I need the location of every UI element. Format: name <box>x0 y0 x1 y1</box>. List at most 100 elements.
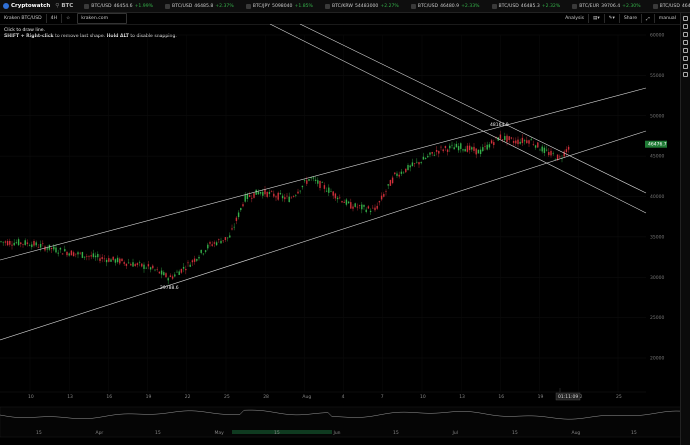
ticker-item[interactable]: BTC/USD 46480.9 +2.33% <box>405 3 486 9</box>
search-label[interactable]: BTC <box>61 3 73 9</box>
exchange-link[interactable]: kraken.com <box>77 13 128 24</box>
candle-body <box>92 253 95 258</box>
candle-body <box>127 262 130 264</box>
ticker-item[interactable]: BTC/USD 46485.8 +2.37% <box>159 3 240 9</box>
candle-body <box>383 194 385 197</box>
price-chart[interactable]: 60000 55000 50000 45000 40000 35000 30000 25000… <box>0 24 681 445</box>
share-button[interactable]: Share <box>620 14 643 23</box>
candle-body <box>158 271 161 274</box>
eye-icon[interactable] <box>683 72 688 77</box>
notes-icon[interactable] <box>683 24 688 29</box>
candle-body <box>330 191 332 192</box>
candle-body <box>424 158 427 159</box>
candle-body <box>435 150 438 152</box>
market-selector[interactable]: Kraken BTC/USD <box>0 14 47 23</box>
candle-body <box>180 268 183 273</box>
ticker-item[interactable]: BTC/KRW 54483000 +2.27% <box>319 3 405 9</box>
candle-body <box>53 246 55 250</box>
candle-body <box>457 146 460 151</box>
candle-body <box>196 259 198 261</box>
book-icon[interactable] <box>683 56 688 61</box>
candle-body <box>499 134 502 139</box>
candle-body <box>323 185 326 189</box>
candle-body <box>387 184 389 186</box>
candle-body <box>86 256 88 257</box>
candle-body <box>433 154 436 156</box>
ticker-item[interactable]: BTC/USD 46454.6 +1.99% <box>78 3 159 9</box>
candle-body <box>532 144 535 145</box>
favorite-star-icon[interactable]: ☆ <box>62 14 74 23</box>
overview-tick-label: Aug <box>572 430 581 436</box>
ticker-change: +2.27% <box>380 3 399 9</box>
candle-body <box>207 244 209 249</box>
fullscreen-icon[interactable]: ⤢ <box>642 14 655 23</box>
candle-body <box>2 241 4 243</box>
price-tick-label: 60000 <box>650 33 664 39</box>
candle-body <box>301 185 304 188</box>
search-icon[interactable]: ⚲ <box>55 3 59 9</box>
interval-selector[interactable]: 4H <box>47 14 63 23</box>
candle-body <box>273 193 275 197</box>
candle-body <box>504 136 506 140</box>
ticker-item[interactable]: BTC/JPY 5098040 +1.85% <box>240 3 319 9</box>
ticker-price: 46480.9 <box>440 3 460 9</box>
candle-body <box>354 203 356 207</box>
candle-body <box>473 146 475 151</box>
candle-body <box>99 258 101 261</box>
settings-icon[interactable] <box>683 16 688 21</box>
candle-body <box>279 193 282 195</box>
brand[interactable]: Cryptowatch ⚲ BTC <box>0 3 78 9</box>
candle-body <box>178 271 180 276</box>
overview-tick-label: 15 <box>274 430 280 436</box>
candle-body <box>328 187 330 193</box>
stats-icon[interactable] <box>683 64 688 69</box>
candle-body <box>431 151 433 154</box>
candle-body <box>563 151 565 157</box>
candle-body <box>270 191 273 192</box>
candle-body <box>367 206 370 209</box>
candle-body <box>539 149 541 151</box>
trend-line-lower-channel <box>0 130 647 341</box>
ticker-item[interactable]: BTC/USD 46485.3 +2.32% <box>486 3 567 9</box>
price-tick-label: 45000 <box>650 154 664 160</box>
candle-body <box>394 172 396 174</box>
low-price-label: 29788.6 <box>160 285 179 291</box>
date-tick-label: Aug <box>302 394 311 400</box>
candle-body <box>200 249 202 253</box>
draw-tool-icon[interactable]: ✎▾ <box>605 14 620 23</box>
exchange-icon <box>410 3 416 9</box>
candle-body <box>70 250 73 256</box>
list-icon[interactable] <box>683 40 688 45</box>
candle-body <box>453 147 455 150</box>
analysis-button[interactable]: Analysis <box>561 14 590 23</box>
candle-body <box>165 273 167 278</box>
trend-line-descending-2 <box>299 24 647 194</box>
candle-body <box>277 192 279 200</box>
brand-name: Cryptowatch <box>11 3 51 9</box>
candle-body <box>4 241 7 243</box>
layout-mode-label[interactable]: manual <box>655 14 680 23</box>
candle-body <box>116 257 119 263</box>
chart-type-icon[interactable]: ▤▾ <box>589 14 605 23</box>
candle-body <box>299 190 301 192</box>
ticker-item[interactable]: BTC/EUR 39706.4 +2.30% <box>566 3 646 9</box>
candle-body <box>559 156 561 158</box>
candle-body <box>167 278 169 281</box>
ticker-pair: BTC/USD <box>498 3 519 9</box>
candle-body <box>215 242 218 246</box>
candle-body <box>66 251 68 256</box>
candle-body <box>332 191 334 196</box>
candle-body <box>163 272 165 276</box>
candle-body <box>440 146 442 148</box>
clock-icon[interactable] <box>683 48 688 53</box>
candle-body <box>358 205 361 206</box>
ticker-price: 46454.6 <box>113 3 133 9</box>
trend-line-descending-1 <box>269 24 647 214</box>
candle-body <box>138 262 141 263</box>
ticker-item[interactable]: BTC/USD46476.7+1.99% <box>647 3 690 9</box>
candle-body <box>288 196 290 203</box>
candle-body <box>517 139 519 145</box>
date-tick-label: 16 <box>498 394 504 400</box>
candle-body <box>246 193 249 199</box>
alert-icon[interactable] <box>683 32 688 37</box>
